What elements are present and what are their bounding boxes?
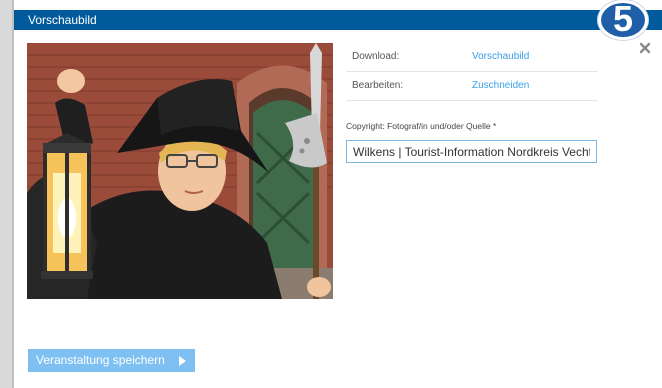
- copyright-input[interactable]: [346, 140, 597, 163]
- step-badge: 5: [598, 0, 648, 40]
- download-link[interactable]: Vorschaubild: [472, 43, 529, 71]
- save-event-button[interactable]: Veranstaltung speichern: [28, 349, 195, 372]
- crop-link[interactable]: Zuschneiden: [472, 72, 529, 100]
- close-icon[interactable]: [639, 42, 651, 54]
- page-edge: [0, 0, 14, 388]
- edit-label: Bearbeiten:: [352, 80, 404, 91]
- dialog-title: Vorschaubild: [28, 13, 97, 27]
- download-row: Download: Vorschaubild: [346, 43, 598, 72]
- chevron-right-icon: [179, 356, 186, 366]
- copyright-label: Copyright: Fotograf/in und/oder Quelle *: [346, 121, 497, 131]
- save-button-label: Veranstaltung speichern: [36, 353, 165, 367]
- edit-row: Bearbeiten: Zuschneiden: [346, 72, 598, 101]
- download-label: Download:: [352, 51, 400, 62]
- preview-image: [27, 43, 333, 299]
- dialog-header: Vorschaubild: [14, 10, 662, 30]
